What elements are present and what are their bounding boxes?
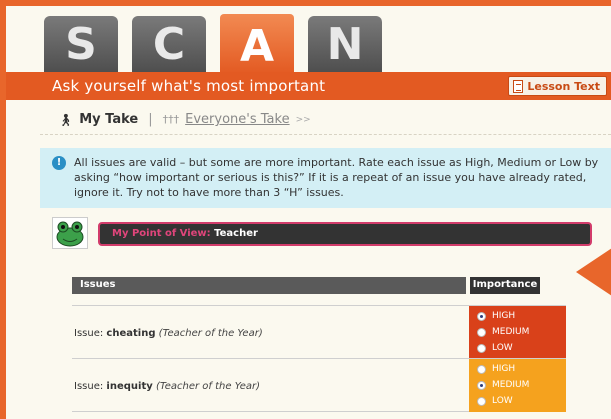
section-banner: Ask yourself what's most important Lesso…: [6, 72, 611, 100]
issue-source: (Teacher of the Year): [155, 381, 260, 392]
radio-high[interactable]: HIGH: [477, 308, 566, 324]
everyones-take-link[interactable]: Everyone's Take: [185, 112, 289, 127]
tab-c[interactable]: C: [132, 16, 206, 74]
issue-source: (Teacher of the Year): [158, 328, 263, 339]
instructions-box: ! All issues are valid – but some are mo…: [40, 148, 611, 208]
radio-icon[interactable]: [477, 364, 486, 374]
importance-radio-group: HIGH MEDIUM LOW: [469, 359, 566, 412]
radio-icon[interactable]: [477, 343, 486, 353]
avatar: [52, 217, 88, 249]
importance-header: Importance: [470, 277, 540, 294]
instructions-text: All issues are valid – but some are more…: [74, 156, 599, 199]
radio-low[interactable]: LOW: [477, 393, 566, 409]
divider: [40, 134, 611, 135]
group-icon: †††: [162, 113, 180, 126]
pov-value: Teacher: [214, 228, 258, 239]
person-icon: 🚶︎: [58, 112, 74, 127]
tab-s[interactable]: S: [44, 16, 118, 74]
page-title: Ask yourself what's most important: [52, 77, 326, 95]
pov-label: My Point of View:: [112, 228, 211, 239]
radio-high[interactable]: HIGH: [477, 361, 566, 377]
issue-text: Issue: inequity (Teacher of the Year): [74, 381, 260, 392]
arrow-pointer-icon: [576, 248, 611, 296]
table-row: Issue: inequity (Teacher of the Year) HI…: [72, 358, 566, 412]
my-take-tab[interactable]: My Take: [79, 112, 138, 127]
table-header: Issues Importance: [72, 277, 540, 294]
radio-icon[interactable]: [477, 380, 486, 390]
point-of-view-bar: My Point of View: Teacher: [98, 222, 592, 246]
radio-low[interactable]: LOW: [477, 340, 566, 356]
issues-header: Issues: [72, 277, 466, 294]
document-icon: [513, 79, 524, 93]
lesson-text-label: Lesson Text: [527, 79, 600, 93]
take-separator: |: [148, 112, 153, 127]
radio-medium[interactable]: MEDIUM: [477, 377, 566, 393]
tab-n[interactable]: N: [308, 16, 382, 74]
radio-icon[interactable]: [477, 396, 486, 406]
take-switcher: 🚶︎ My Take | ††† Everyone's Take >>: [58, 112, 311, 127]
table-row: Issue: cheating (Teacher of the Year) HI…: [72, 305, 566, 358]
radio-icon[interactable]: [477, 311, 486, 321]
radio-icon[interactable]: [477, 327, 486, 337]
lesson-text-button[interactable]: Lesson Text: [508, 76, 607, 96]
issue-name: cheating: [106, 328, 156, 339]
radio-medium[interactable]: MEDIUM: [477, 324, 566, 340]
importance-radio-group: HIGH MEDIUM LOW: [469, 306, 566, 358]
info-bulb-icon: !: [52, 156, 66, 170]
issue-name: inequity: [106, 381, 153, 392]
issue-text: Issue: cheating (Teacher of the Year): [74, 328, 263, 339]
double-arrow-icon: >>: [295, 114, 311, 125]
tab-a[interactable]: A: [218, 12, 296, 74]
frog-avatar-icon: [53, 218, 87, 248]
